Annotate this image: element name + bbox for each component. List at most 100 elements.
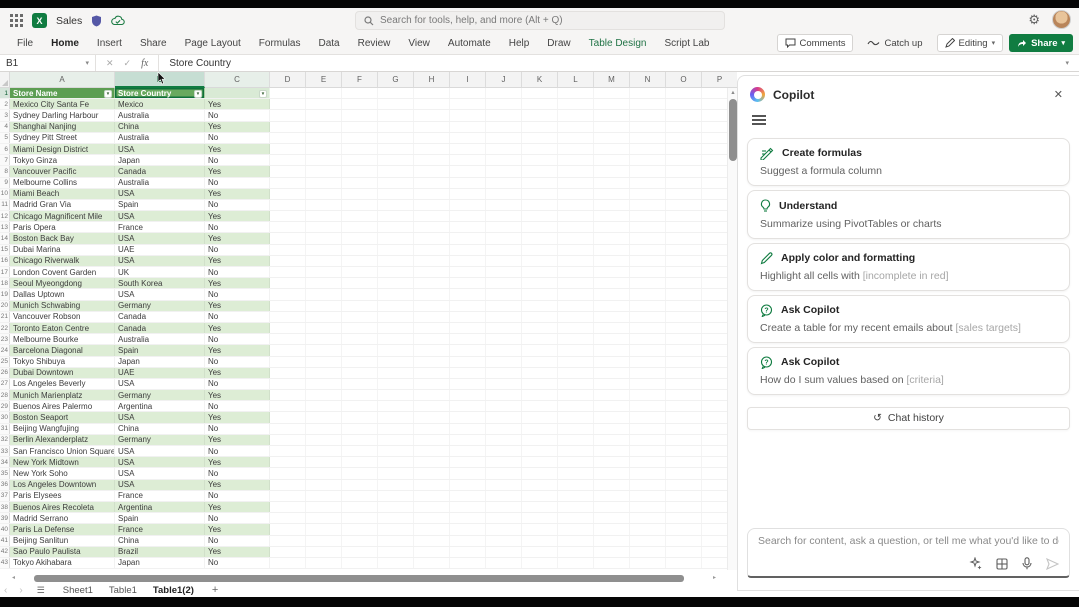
cell-C15[interactable]: No xyxy=(205,245,270,255)
ribbon-tab-review[interactable]: Review xyxy=(349,35,400,52)
cell-H40[interactable] xyxy=(414,524,450,534)
cell-J8[interactable] xyxy=(486,166,522,176)
cell-A10[interactable]: Miami Beach xyxy=(10,189,115,199)
cell-G36[interactable] xyxy=(378,480,414,490)
row-header-13[interactable]: 13 xyxy=(0,222,10,232)
close-panel-icon[interactable]: ✕ xyxy=(1050,86,1067,103)
cell-I7[interactable] xyxy=(450,155,486,165)
confirm-entry-icon[interactable]: ✓ xyxy=(124,58,132,69)
cell-J24[interactable] xyxy=(486,345,522,355)
cell-I38[interactable] xyxy=(450,502,486,512)
row-header-9[interactable]: 9 xyxy=(0,178,10,188)
cell-B43[interactable]: Japan xyxy=(115,558,205,568)
cell-F30[interactable] xyxy=(342,412,378,422)
cell-I28[interactable] xyxy=(450,390,486,400)
cell-L25[interactable] xyxy=(558,357,594,367)
cell-I42[interactable] xyxy=(450,547,486,557)
insert-table-icon[interactable] xyxy=(996,558,1008,570)
cell-M9[interactable] xyxy=(594,178,630,188)
cell-E22[interactable] xyxy=(306,323,342,333)
cell-M21[interactable] xyxy=(594,312,630,322)
column-header-B[interactable]: B xyxy=(115,72,205,88)
cell-L4[interactable] xyxy=(558,122,594,132)
cell-B29[interactable]: Argentina xyxy=(115,401,205,411)
cell-J3[interactable] xyxy=(486,110,522,120)
cell-O34[interactable] xyxy=(666,457,702,467)
row-header-12[interactable]: 12 xyxy=(0,211,10,221)
cell-I5[interactable] xyxy=(450,133,486,143)
cell-O2[interactable] xyxy=(666,99,702,109)
cell-K14[interactable] xyxy=(522,233,558,243)
cell-K17[interactable] xyxy=(522,267,558,277)
cell-I39[interactable] xyxy=(450,513,486,523)
cell-H30[interactable] xyxy=(414,412,450,422)
cell-D12[interactable] xyxy=(270,211,306,221)
cell-D41[interactable] xyxy=(270,536,306,546)
cell-B42[interactable]: Brazil xyxy=(115,547,205,557)
cell-B37[interactable]: France xyxy=(115,491,205,501)
cell-H28[interactable] xyxy=(414,390,450,400)
cell-N7[interactable] xyxy=(630,155,666,165)
cell-D28[interactable] xyxy=(270,390,306,400)
cell-J20[interactable] xyxy=(486,301,522,311)
cell-G24[interactable] xyxy=(378,345,414,355)
cell-F18[interactable] xyxy=(342,278,378,288)
cell-N2[interactable] xyxy=(630,99,666,109)
cell-H15[interactable] xyxy=(414,245,450,255)
cell-K39[interactable] xyxy=(522,513,558,523)
cell-D1[interactable] xyxy=(270,88,306,98)
cell-B19[interactable]: USA xyxy=(115,289,205,299)
cell-I6[interactable] xyxy=(450,144,486,154)
cell-I41[interactable] xyxy=(450,536,486,546)
cell-L41[interactable] xyxy=(558,536,594,546)
cell-G11[interactable] xyxy=(378,200,414,210)
row-header-31[interactable]: 31 xyxy=(0,424,10,434)
cell-E33[interactable] xyxy=(306,446,342,456)
cell-C40[interactable]: Yes xyxy=(205,524,270,534)
cell-J33[interactable] xyxy=(486,446,522,456)
cell-D21[interactable] xyxy=(270,312,306,322)
cell-F27[interactable] xyxy=(342,379,378,389)
cell-H33[interactable] xyxy=(414,446,450,456)
cell-F12[interactable] xyxy=(342,211,378,221)
cell-N8[interactable] xyxy=(630,166,666,176)
cell-I40[interactable] xyxy=(450,524,486,534)
cell-M32[interactable] xyxy=(594,435,630,445)
cell-K43[interactable] xyxy=(522,558,558,568)
cell-L7[interactable] xyxy=(558,155,594,165)
cell-H1[interactable] xyxy=(414,88,450,98)
cell-D39[interactable] xyxy=(270,513,306,523)
cell-D17[interactable] xyxy=(270,267,306,277)
cell-K28[interactable] xyxy=(522,390,558,400)
cell-H14[interactable] xyxy=(414,233,450,243)
cell-F31[interactable] xyxy=(342,424,378,434)
cell-G25[interactable] xyxy=(378,357,414,367)
row-header-35[interactable]: 35 xyxy=(0,468,10,478)
cell-E32[interactable] xyxy=(306,435,342,445)
cell-C39[interactable]: No xyxy=(205,513,270,523)
cell-E39[interactable] xyxy=(306,513,342,523)
cell-G17[interactable] xyxy=(378,267,414,277)
column-header-E[interactable]: E xyxy=(306,72,342,88)
cell-D5[interactable] xyxy=(270,133,306,143)
cell-G10[interactable] xyxy=(378,189,414,199)
cell-O14[interactable] xyxy=(666,233,702,243)
cell-M2[interactable] xyxy=(594,99,630,109)
cell-A42[interactable]: Sao Paulo Paulista xyxy=(10,547,115,557)
cell-H32[interactable] xyxy=(414,435,450,445)
row-header-41[interactable]: 41 xyxy=(0,536,10,546)
share-button[interactable]: Share ▾ xyxy=(1009,34,1073,52)
cell-N12[interactable] xyxy=(630,211,666,221)
cell-M30[interactable] xyxy=(594,412,630,422)
cell-F36[interactable] xyxy=(342,480,378,490)
cell-H13[interactable] xyxy=(414,222,450,232)
cell-J32[interactable] xyxy=(486,435,522,445)
row-header-30[interactable]: 30 xyxy=(0,412,10,422)
cell-H26[interactable] xyxy=(414,368,450,378)
row-header-32[interactable]: 32 xyxy=(0,435,10,445)
cell-F28[interactable] xyxy=(342,390,378,400)
cell-H4[interactable] xyxy=(414,122,450,132)
cell-J40[interactable] xyxy=(486,524,522,534)
cell-N25[interactable] xyxy=(630,357,666,367)
cell-M7[interactable] xyxy=(594,155,630,165)
